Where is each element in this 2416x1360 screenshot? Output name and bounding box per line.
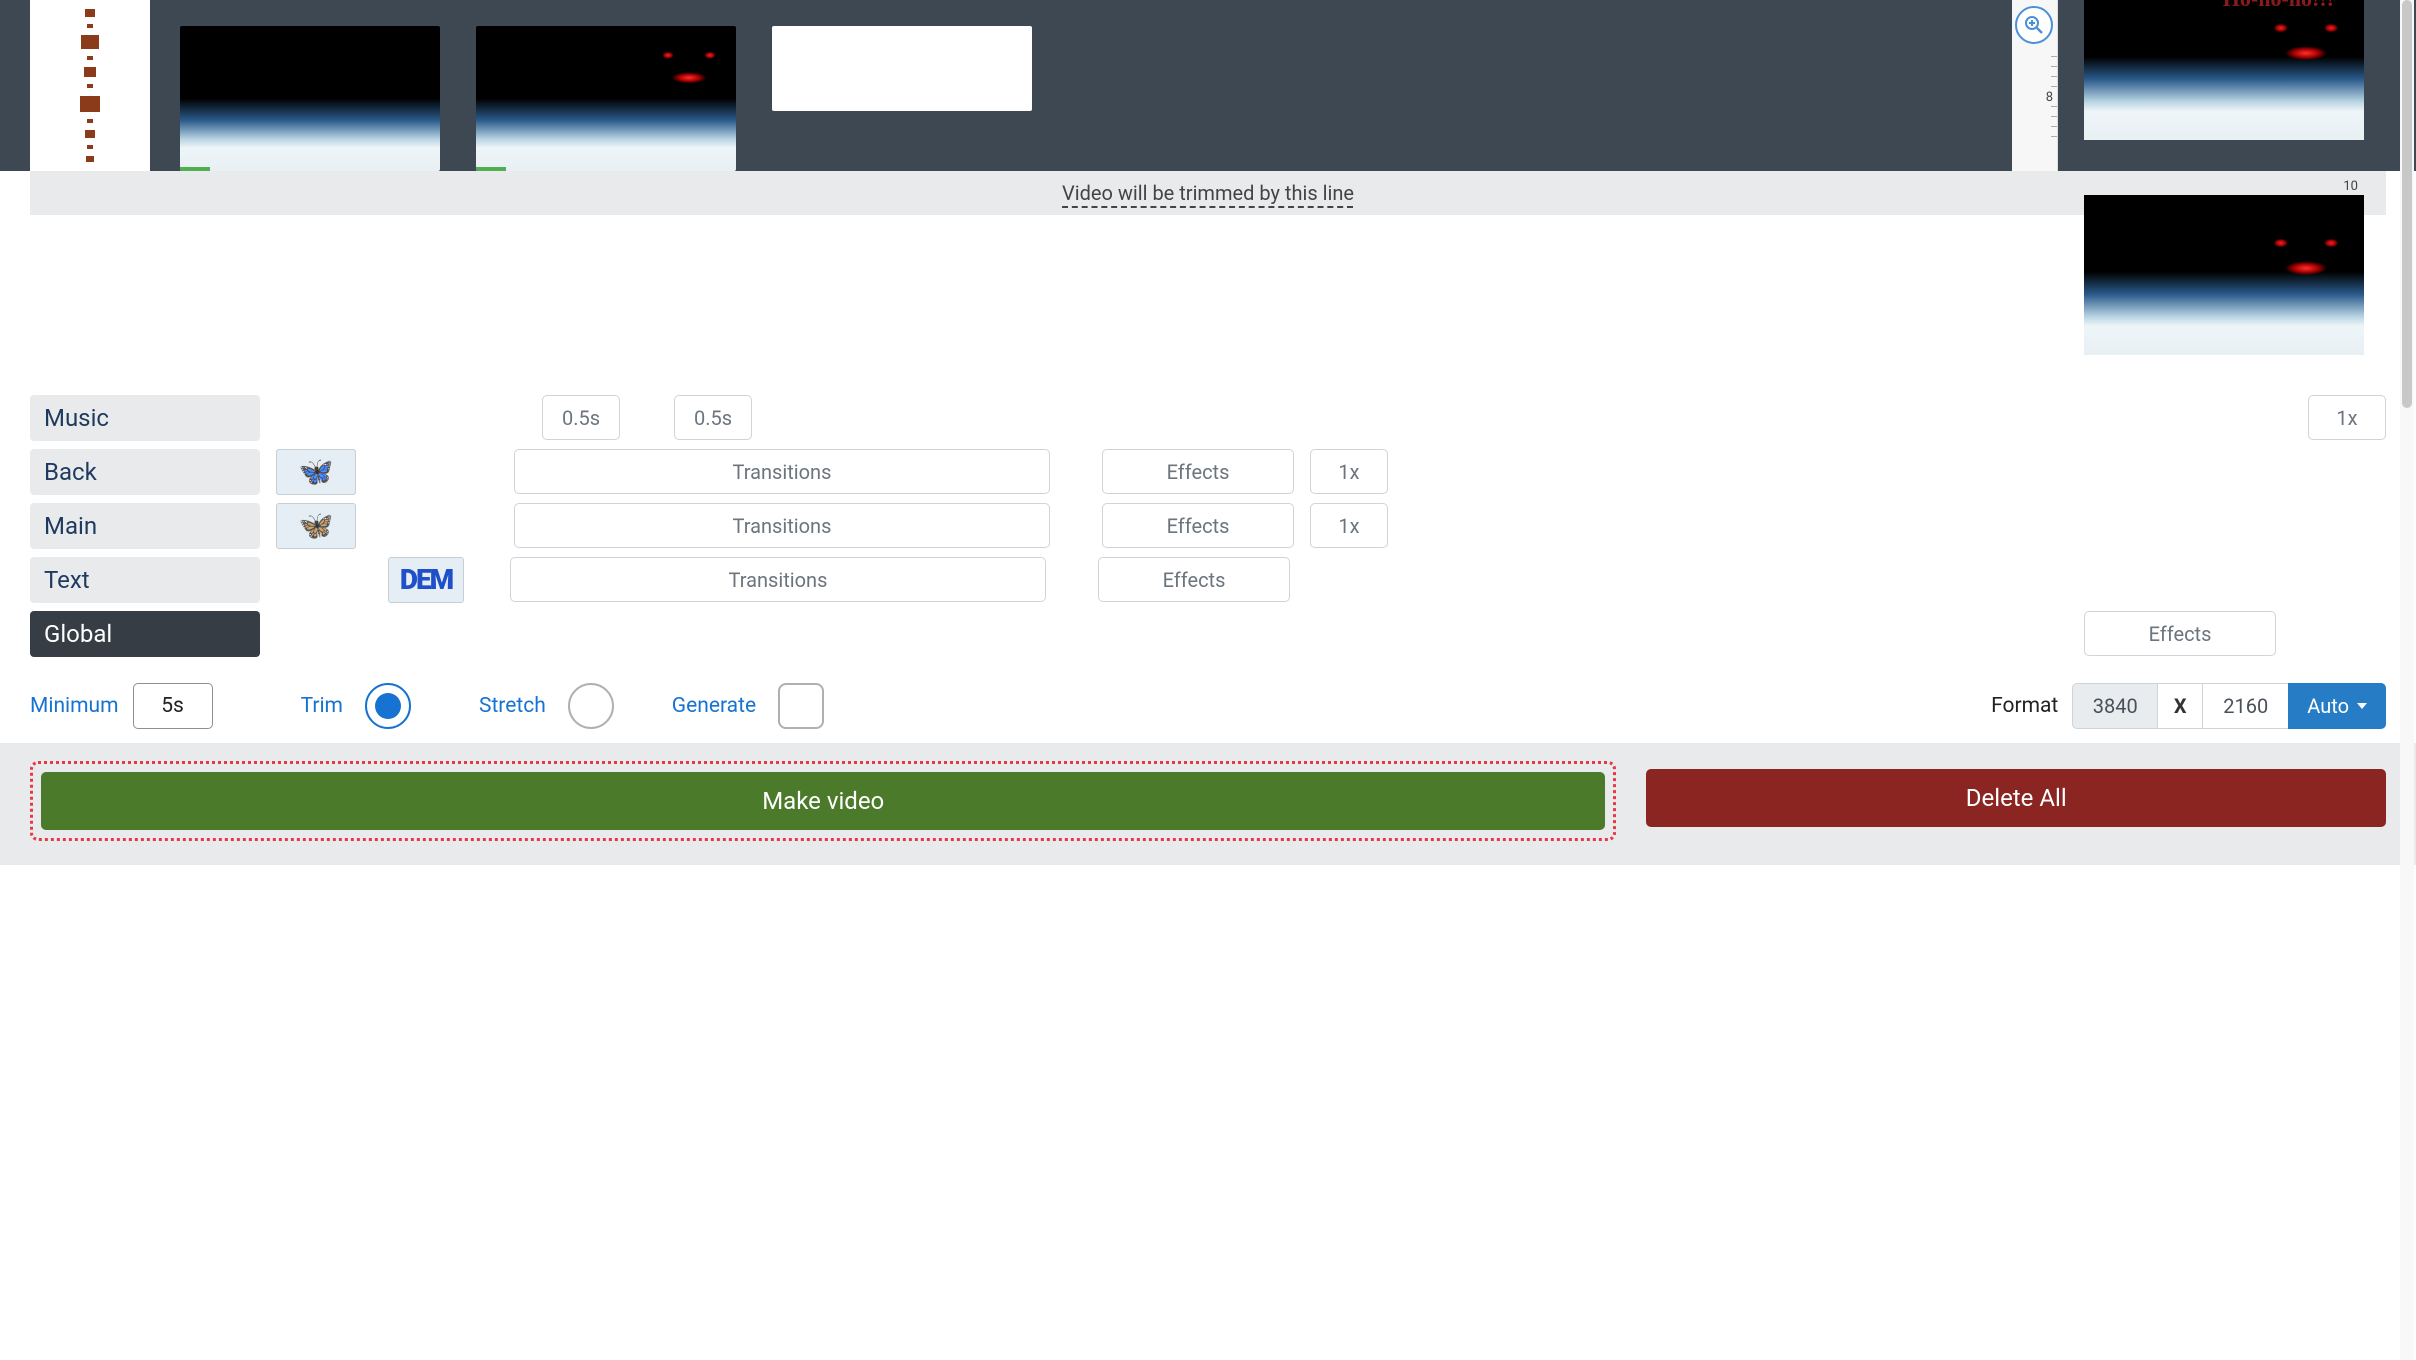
trim-banner-text[interactable]: Video will be trimmed by this line [1062,181,1354,205]
text-thumbnail[interactable]: DEM [388,557,464,603]
minimum-input[interactable] [133,683,213,729]
stretch-label[interactable]: Stretch [479,694,546,718]
radio-stretch-group: Stretch [479,683,614,729]
layer-row-back: Back 🦋 Transitions Effects 1x [30,449,2386,494]
radio-trim-group: Trim [301,683,411,729]
clip-face-1[interactable] [476,26,736,171]
stretch-radio[interactable] [568,683,614,729]
preview-clip-1[interactable]: Ho-ho-ho!!! [2084,0,2364,140]
back-thumbnail[interactable]: 🦋 [276,449,356,495]
format-auto-dropdown[interactable]: Auto [2288,683,2386,729]
back-transitions-button[interactable]: Transitions [514,449,1050,494]
waveform-icon [75,6,105,166]
back-speed[interactable]: 1x [1310,449,1388,494]
zoom-in-icon[interactable] [2015,6,2053,44]
timeline-track[interactable] [180,26,1032,171]
chevron-down-icon [2357,703,2367,709]
timeline-ruler: 8 [2012,0,2058,171]
layer-row-main: Main 🦋 Transitions Effects 1x [30,503,2386,548]
butterfly-icon: 🦋 [299,455,334,488]
auto-label: Auto [2307,694,2349,718]
scrollbar[interactable] [2400,0,2414,1360]
preview-stack: Ho-ho-ho!!! [2084,0,2364,171]
actions-bar: Make video Delete All [0,743,2416,865]
layer-label-main[interactable]: Main [30,503,260,549]
radio-generate-group: Generate [672,683,824,729]
layer-row-music: Music 0.5s 0.5s 1x [30,395,2386,440]
main-transitions-button[interactable]: Transitions [514,503,1050,548]
format-height-input[interactable] [2202,683,2288,729]
layer-label-text[interactable]: Text [30,557,260,603]
scrollbar-thumb[interactable] [2402,0,2412,408]
ruler-tick: 8 [2046,90,2053,105]
layer-row-global: Global Effects [30,611,2386,656]
layer-row-text: Text DEM Transitions Effects [30,557,2386,602]
text-transitions-button[interactable]: Transitions [510,557,1046,602]
music-speed[interactable]: 1x [2308,395,2386,440]
main-effects-button[interactable]: Effects [1102,503,1294,548]
main-thumbnail[interactable]: 🦋 [276,503,356,549]
format-label: Format [1991,694,2058,718]
global-effects-button[interactable]: Effects [2084,611,2276,656]
back-effects-button[interactable]: Effects [1102,449,1294,494]
delete-all-button[interactable]: Delete All [1646,769,2386,827]
layer-label-music[interactable]: Music [30,395,260,441]
trim-label[interactable]: Trim [301,694,343,718]
butterfly-icon: 🦋 [299,509,334,542]
text-effects-button[interactable]: Effects [1098,557,1290,602]
preview-overlay-text: Ho-ho-ho!!! [2223,0,2334,12]
format-x-separator: X [2158,683,2202,729]
clip-earth-1[interactable] [180,26,440,171]
generate-label[interactable]: Generate [672,694,756,718]
format-group: X Auto [2072,683,2386,729]
generate-checkbox[interactable] [778,683,824,729]
music-duration-2[interactable]: 0.5s [674,395,752,440]
trim-banner: Video will be trimmed by this line 10 [30,171,2386,215]
ruler-tick: 10 [2343,179,2358,194]
layer-label-global[interactable]: Global [30,611,260,657]
main-speed[interactable]: 1x [1310,503,1388,548]
clip-blank[interactable] [772,26,1032,111]
minimum-label: Minimum [30,694,119,718]
layers-section: Music 0.5s 0.5s 1x Back 🦋 Transitions Ef… [0,375,2416,656]
layer-label-back[interactable]: Back [30,449,260,495]
controls-row: Minimum Trim Stretch Generate Format X A… [0,665,2416,743]
make-video-button[interactable]: Make video [41,772,1605,830]
trim-radio[interactable] [365,683,411,729]
preview-clip-2[interactable] [2084,195,2364,355]
make-video-highlight: Make video [30,761,1616,841]
audio-column[interactable] [30,0,150,171]
format-width-input[interactable] [2072,683,2158,729]
music-duration-1[interactable]: 0.5s [542,395,620,440]
timeline: 8 Ho-ho-ho!!! [0,0,2416,171]
